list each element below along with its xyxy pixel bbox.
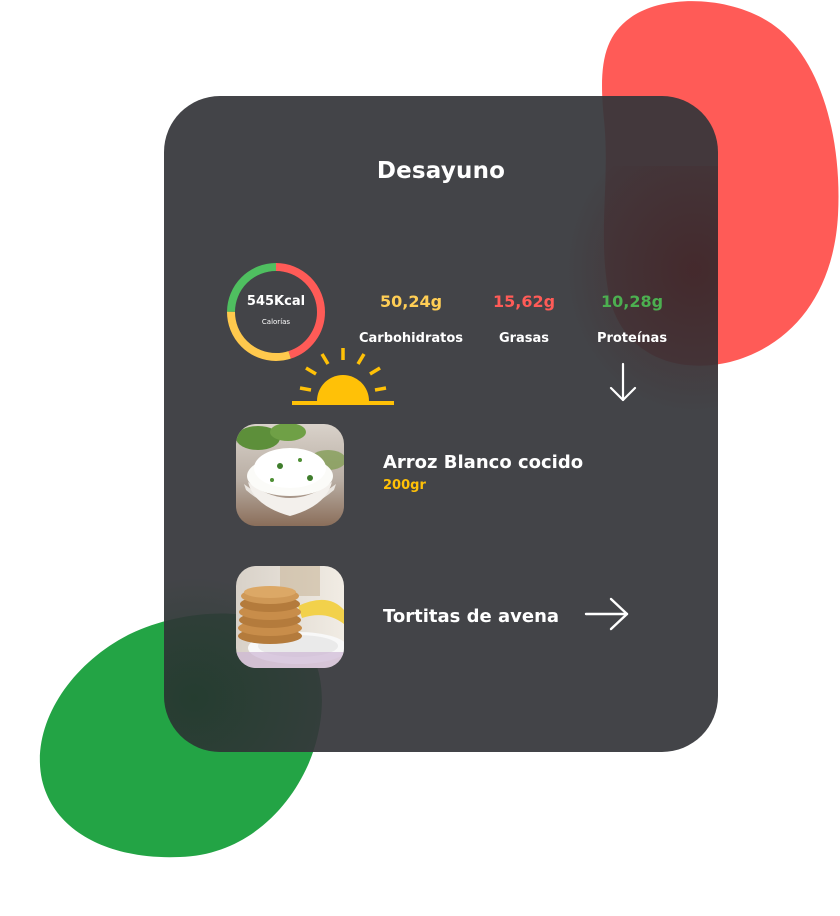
calories-value: 545Kcal <box>246 294 306 309</box>
macro-value: 10,28g <box>600 292 664 311</box>
macro-value: 50,24g <box>379 292 443 311</box>
food-amount: 200gr <box>383 478 426 493</box>
food-name[interactable]: Tortitas de avena <box>383 606 559 627</box>
food-name[interactable]: Arroz Blanco cocido <box>383 452 583 473</box>
macro-proteins: 10,28g Proteínas <box>567 292 697 346</box>
macro-label: Carbohidratos <box>358 331 464 346</box>
calories-label: Calorías <box>261 318 291 326</box>
macro-carbs: 50,24g Carbohidratos <box>346 292 476 346</box>
meal-card: Desayuno 545Kcal Calorías 50,24g Carbohi… <box>164 96 718 752</box>
macro-label: Proteínas <box>596 331 668 346</box>
arrow-right-icon[interactable] <box>583 596 631 632</box>
arrow-down-icon[interactable] <box>607 360 639 404</box>
sunrise-icon <box>292 348 394 405</box>
rice-bowl-image[interactable] <box>236 424 344 526</box>
pancake-stack-image[interactable] <box>236 566 344 668</box>
meal-title: Desayuno <box>376 158 506 184</box>
